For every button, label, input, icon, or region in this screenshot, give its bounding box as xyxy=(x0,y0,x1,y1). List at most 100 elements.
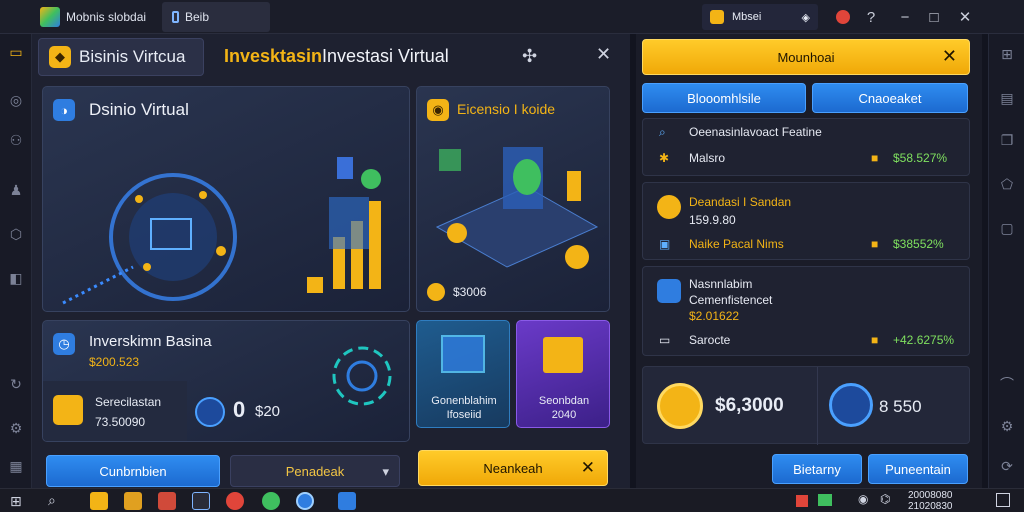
clock-time: 21020830 xyxy=(908,501,953,512)
check-icon xyxy=(195,397,225,427)
box-icon xyxy=(53,395,83,425)
folder-icon[interactable] xyxy=(90,492,108,510)
files-icon[interactable] xyxy=(124,492,142,510)
gift-icon: ■ xyxy=(871,151,879,165)
balance-card: $6,3000 8 550 xyxy=(642,366,970,445)
screen-icon[interactable]: ▢ xyxy=(997,218,1017,238)
help-icon[interactable]: ? xyxy=(858,4,884,30)
row-card-1[interactable]: ⌕ Oeenasinlavoact Featine ✱ Malsro ■ $58… xyxy=(642,118,970,176)
row-card-2[interactable]: Deandasi I Sandan 159.9.80 ▣ Naike Pacal… xyxy=(642,182,970,260)
main-panel: ◆ Bisinis Virtcua Invesktasin Investasi … xyxy=(32,34,630,488)
refresh-icon[interactable]: ↻ xyxy=(6,374,26,394)
calendar-icon[interactable]: ▤ xyxy=(997,88,1017,108)
dropdown-label: Penadeak xyxy=(285,463,345,479)
puzzle-icon[interactable]: ✣ xyxy=(522,46,537,67)
eye-icon: ◉ xyxy=(858,492,869,506)
rotate-icon[interactable]: ⟳ xyxy=(997,456,1017,476)
top-gold-label: Mounhoai xyxy=(777,49,835,65)
active-app-icon[interactable] xyxy=(296,492,314,510)
notification-center-icon[interactable] xyxy=(996,493,1010,507)
gold-action-label: Neankeah xyxy=(483,460,543,476)
primary-button[interactable]: Cunbrnbien xyxy=(46,455,220,487)
right-panel: Mounhoai ✕ Blooomhlsile Cnaoeaket ⌕ Oeen… xyxy=(636,34,982,488)
row1-title: Oeenasinlavoact Featine xyxy=(689,125,822,139)
browser-tab[interactable]: Beib xyxy=(162,2,270,32)
brand-label: Invesktasin xyxy=(224,46,323,66)
browser-icon[interactable] xyxy=(262,492,280,510)
investment-sub-amount: 73.50090 xyxy=(95,415,146,429)
back-icon[interactable]: ◧ xyxy=(6,268,26,288)
purple-tile-line1: Seonbdan xyxy=(538,395,590,407)
close-panel-button[interactable]: ✕ xyxy=(596,44,611,65)
investment-icon: ◷ xyxy=(53,333,75,355)
left-sidebar: ▭ ◎ ⚇ ♟ ⬡ ◧ ↻ ⚙ ▦ xyxy=(0,34,32,488)
mascot-icon: ✱ xyxy=(659,151,670,165)
row2-label: Naike Pacal Nims xyxy=(689,237,784,251)
blue-tile-line2: Ifoseiid xyxy=(446,409,482,421)
bietarny-button[interactable]: Bietarny xyxy=(772,454,862,484)
top-gold-button[interactable]: Mounhoai ✕ xyxy=(642,39,970,75)
row-card-3[interactable]: Nasnnlabim Cemenfistencet $2.01622 ▭ Sar… xyxy=(642,266,970,356)
virtual-illustration xyxy=(62,157,381,305)
virtual-icon: ◑ xyxy=(53,99,75,121)
close-icon: ✕ xyxy=(941,46,957,66)
page-title: Investasi Virtual xyxy=(322,46,449,66)
economic-icon: ◉ xyxy=(427,99,449,121)
battery-icon xyxy=(818,494,832,506)
search-icon: ⌕ xyxy=(659,125,666,139)
chrome-icon[interactable] xyxy=(226,492,244,510)
compass-icon[interactable]: ◎ xyxy=(6,90,26,110)
blue-check-icon xyxy=(829,383,873,427)
gallery-icon[interactable]: ▦ xyxy=(6,456,26,476)
notification-icon[interactable] xyxy=(830,4,856,30)
app-tab[interactable]: Mobnis slobdai xyxy=(30,2,156,32)
home-icon[interactable]: ▭ xyxy=(6,42,26,62)
clock-date: 20008080 xyxy=(908,490,953,501)
start-icon[interactable]: ⊞ xyxy=(10,493,22,510)
coin-icon xyxy=(427,283,445,301)
gold-check-icon xyxy=(657,383,703,429)
business-chip[interactable]: ◆ Bisinis Virtcua xyxy=(38,38,204,76)
mail-icon[interactable] xyxy=(158,492,176,510)
minimize-button[interactable]: − xyxy=(892,4,918,30)
blue-tile[interactable]: Gonenblahim Ifoseiid xyxy=(416,320,510,428)
investment-amount: $200.523 xyxy=(89,355,140,369)
app-title: Mobnis slobdai xyxy=(66,10,147,24)
card-icon: ▣ xyxy=(659,237,671,251)
gold-action-button[interactable]: Neankeah ✕ xyxy=(418,450,608,486)
settings-icon[interactable]: ⚙ xyxy=(997,416,1017,436)
virtual-card-title: Dsinio Virtual xyxy=(89,100,189,119)
app-logo-icon xyxy=(40,7,60,27)
dropdown-button[interactable]: Penadeak ▾ xyxy=(230,455,400,487)
network-icon: ⌬ xyxy=(880,492,891,506)
expand-icon[interactable]: ⊞ xyxy=(997,44,1017,64)
row3-title: Nasnnlabim xyxy=(689,277,753,291)
investment-card[interactable]: ◷ Inverskimn Basina $200.523 Serecilasta… xyxy=(42,320,410,442)
investment-count: 0 xyxy=(233,397,246,422)
tab-blooom[interactable]: Blooomhlsile xyxy=(642,83,806,113)
settings-icon[interactable]: ⚙ xyxy=(6,418,26,438)
people-icon[interactable]: ⚇ xyxy=(6,130,26,150)
copy-icon[interactable]: ❐ xyxy=(997,130,1017,150)
store-icon[interactable] xyxy=(338,492,356,510)
investment-title: Inverskimn Basina xyxy=(89,333,212,350)
shield-icon[interactable]: ⬡ xyxy=(6,224,26,244)
virtual-business-card[interactable]: ◑ Dsinio Virtual xyxy=(42,86,410,312)
puneentain-button[interactable]: Puneentain xyxy=(868,454,968,484)
user-label: Mbsei xyxy=(732,11,762,23)
phone-icon xyxy=(172,11,179,23)
balance-primary: $6,3000 xyxy=(715,395,784,416)
maximize-button[interactable]: □ xyxy=(921,4,947,30)
os-taskbar: ⊞ ⌕ ◉ ⌬ 20008080 21020830 xyxy=(0,488,1024,512)
terminal-icon[interactable] xyxy=(192,492,210,510)
purple-tile[interactable]: Seonbdan 2040 xyxy=(516,320,610,428)
tab-cnaoeaket[interactable]: Cnaoeaket xyxy=(812,83,968,113)
user-selector[interactable]: Mbsei ◈ xyxy=(702,4,818,30)
search-icon[interactable]: ⌕ xyxy=(48,492,56,509)
economic-card[interactable]: ◉ Eicensio I koide $3006 xyxy=(416,86,610,312)
close-window-button[interactable]: ✕ xyxy=(952,4,978,30)
curve-icon[interactable]: ⌒ xyxy=(997,374,1017,394)
frame-icon[interactable]: ⬠ xyxy=(997,174,1017,194)
user-icon[interactable]: ♟ xyxy=(6,180,26,200)
row1-label: Malsro xyxy=(689,151,726,165)
